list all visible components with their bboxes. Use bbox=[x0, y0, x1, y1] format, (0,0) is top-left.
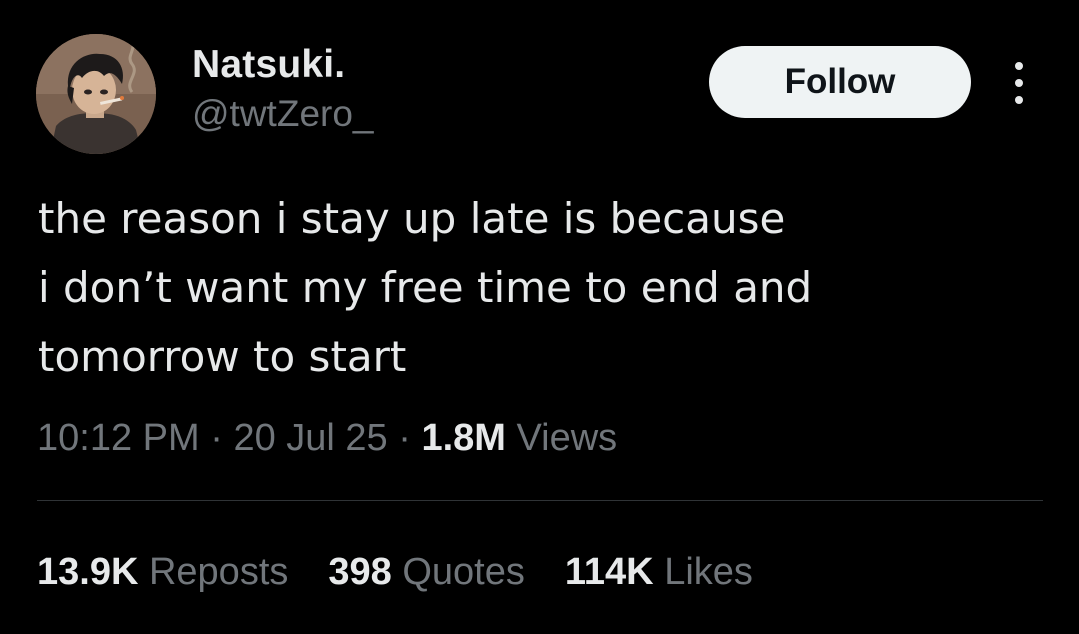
reposts-label: Reposts bbox=[148, 551, 289, 593]
likes-label: Likes bbox=[664, 551, 753, 593]
tweet-card: Natsuki. @twtZero_ Follow the reason i s… bbox=[0, 0, 1079, 634]
display-name[interactable]: Natsuki. bbox=[192, 42, 374, 88]
engagement-stats: 13.9K Reposts 398 Quotes 114K Likes bbox=[37, 548, 793, 596]
tweet-date[interactable]: 20 Jul 25 bbox=[233, 417, 387, 459]
tweet-text: the reason i stay up late is because i d… bbox=[38, 184, 1038, 391]
meta-separator: · bbox=[210, 417, 223, 459]
quotes-count: 398 bbox=[328, 551, 392, 593]
follow-button[interactable]: Follow bbox=[709, 46, 971, 118]
more-dot-top bbox=[1015, 62, 1023, 70]
user-handle[interactable]: @twtZero_ bbox=[192, 92, 374, 136]
views-count: 1.8M bbox=[421, 417, 506, 459]
more-dot-middle bbox=[1015, 79, 1023, 87]
tweet-time[interactable]: 10:12 PM bbox=[37, 417, 200, 459]
tweet-text-line: tomorrow to start bbox=[38, 332, 407, 381]
reposts-stat[interactable]: 13.9K Reposts bbox=[37, 548, 288, 596]
anime-character-avatar-icon bbox=[36, 34, 156, 154]
tweet-text-line: i don’t want my free time to end and bbox=[38, 263, 813, 312]
reposts-count: 13.9K bbox=[37, 551, 139, 593]
views-label: Views bbox=[516, 417, 618, 459]
meta-separator: · bbox=[398, 417, 411, 459]
tweet-text-line: the reason i stay up late is because bbox=[38, 194, 786, 243]
user-info: Natsuki. @twtZero_ bbox=[192, 42, 374, 136]
likes-stat[interactable]: 114K Likes bbox=[565, 548, 753, 596]
divider bbox=[37, 500, 1043, 501]
tweet-meta: 10:12 PM · 20 Jul 25 · 1.8M Views bbox=[37, 414, 617, 462]
likes-count: 114K bbox=[564, 551, 654, 593]
more-dot-bottom bbox=[1015, 96, 1023, 104]
quotes-stat[interactable]: 398 Quotes bbox=[328, 548, 525, 596]
more-options-icon[interactable] bbox=[1004, 62, 1034, 104]
quotes-label: Quotes bbox=[402, 551, 525, 593]
avatar[interactable] bbox=[36, 34, 156, 154]
